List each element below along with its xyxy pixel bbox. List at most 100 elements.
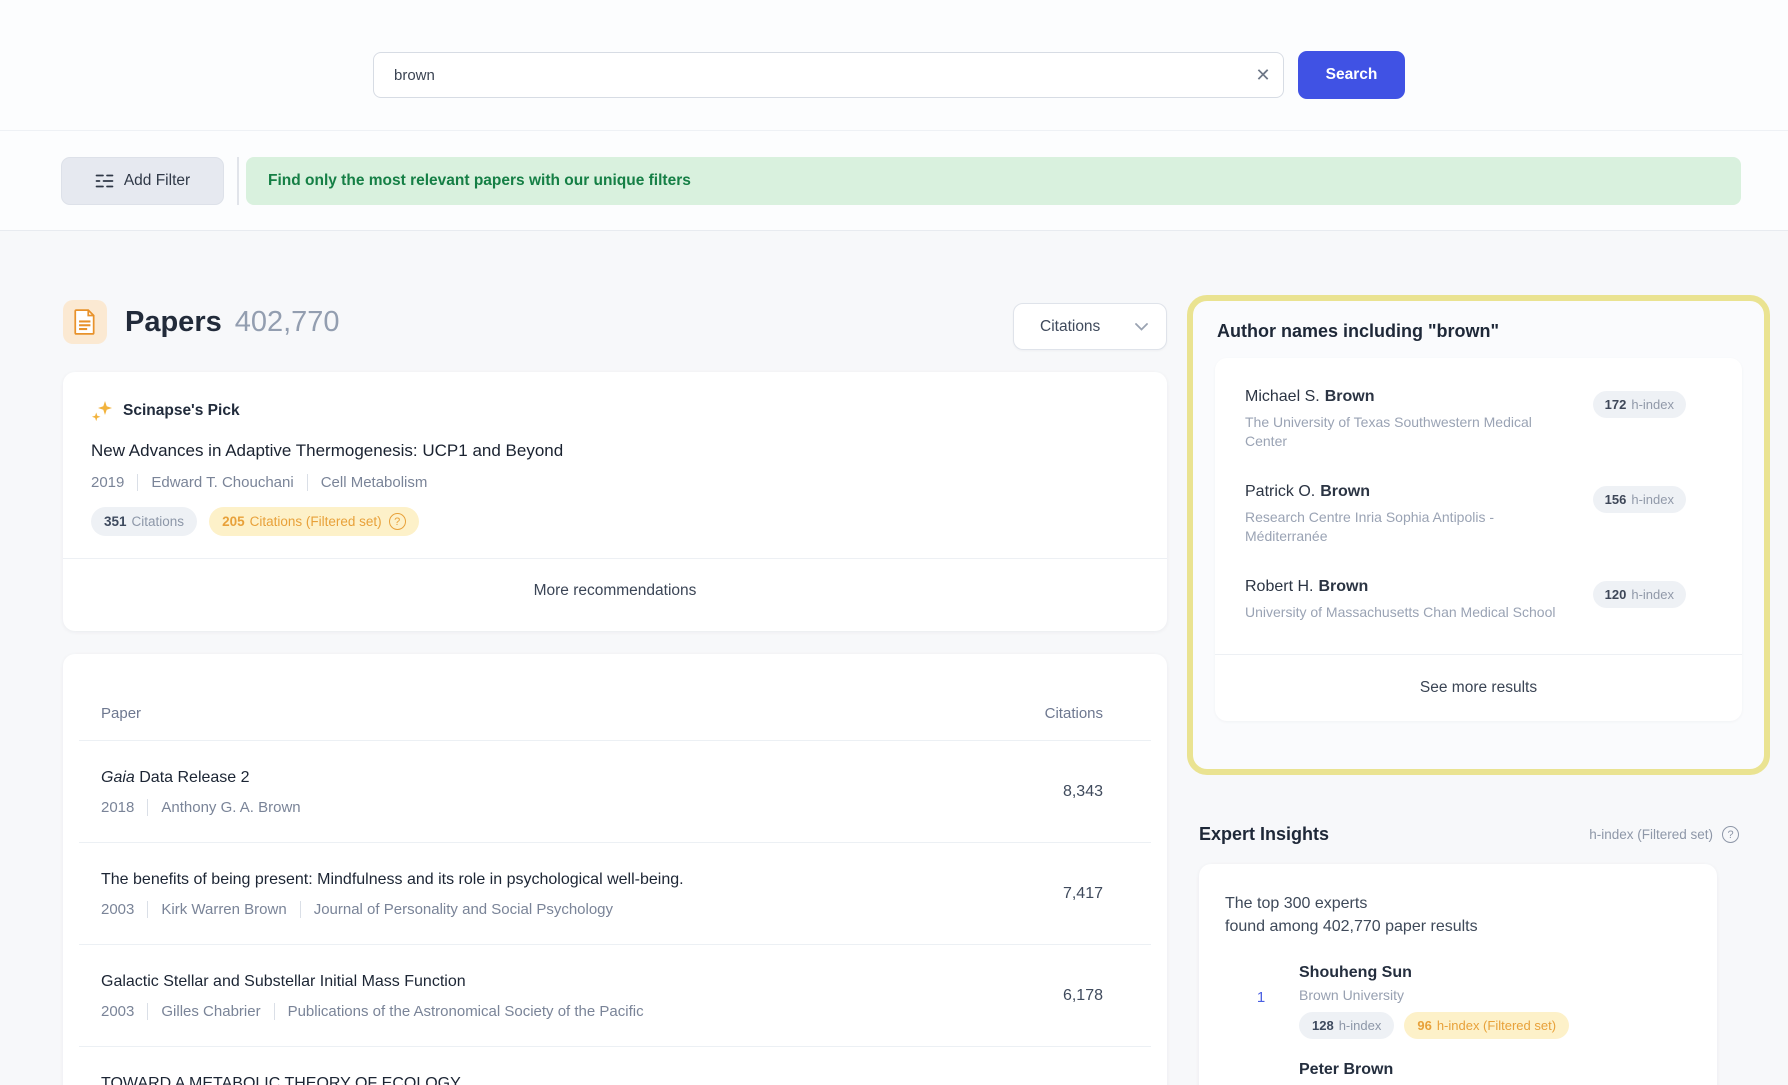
hindex-label: h-index (1631, 492, 1674, 507)
expert-insights-card: The top 300 experts found among 402,770 … (1199, 864, 1717, 1085)
chevron-down-icon (1135, 322, 1148, 331)
expert-badges: 128 h-index 96 h-index (Filtered set) (1299, 1012, 1570, 1039)
clear-search-icon[interactable]: ✕ (1243, 65, 1283, 86)
paper-title-italic-part: Gaia (101, 769, 135, 786)
hindex-badge: 156 h-index (1592, 486, 1686, 513)
search-input[interactable] (374, 66, 1243, 84)
see-more-results-button[interactable]: See more results (1215, 655, 1742, 721)
author-affiliation: The University of Texas Southwestern Med… (1245, 414, 1532, 449)
author-affiliation: University of Massachusetts Chan Medical… (1245, 604, 1556, 620)
expert-affiliation: Brown University (1299, 987, 1405, 1003)
expert-summary-line2: found among 402,770 paper results (1225, 918, 1478, 935)
help-question-icon[interactable]: ? (388, 513, 406, 530)
author-affiliation: Research Centre Inria Sophia Antipolis -… (1245, 509, 1495, 544)
meta-divider (147, 799, 149, 816)
author-first-name: Robert H. (1245, 578, 1314, 595)
hindex-label: h-index (1338, 1018, 1382, 1033)
add-filter-button[interactable]: Add Filter (61, 157, 224, 205)
vertical-divider (237, 157, 239, 205)
filtered-hindex-label: h-index (Filtered set) (1436, 1018, 1557, 1033)
column-citations: Citations (1044, 705, 1103, 722)
divider (0, 230, 1788, 231)
paper-row: Galactic Stellar and Substellar Initial … (63, 945, 1167, 1046)
filtered-citations-count: 205 (222, 514, 245, 529)
hindex-value: 172 (1604, 397, 1627, 412)
paper-document-icon (63, 300, 107, 344)
pick-paper-venue[interactable]: Cell Metabolism (321, 474, 428, 491)
author-first-name: Michael S. (1245, 388, 1320, 405)
help-question-icon[interactable]: ? (1722, 826, 1739, 843)
paper-author[interactable]: Anthony G. A. Brown (161, 799, 300, 816)
author-name[interactable]: Patrick O. Brown (1245, 483, 1575, 501)
paper-venue[interactable]: Journal of Personality and Social Psycho… (314, 901, 613, 918)
hindex-label: h-index (1631, 587, 1674, 602)
expert-name[interactable]: Peter Brown (1299, 1061, 1393, 1079)
paper-venue[interactable]: Publications of the Astronomical Society… (288, 1003, 644, 1020)
table-header: Paper Citations (63, 654, 1167, 740)
paper-meta: 2003 Kirk Warren Brown Journal of Person… (101, 901, 967, 918)
author-panel-title: Author names including "brown" (1217, 321, 1500, 341)
meta-divider (306, 474, 308, 491)
paper-year: 2018 (101, 799, 135, 816)
pick-badge-label: Scinapse's Pick (123, 402, 240, 419)
expert-item[interactable]: Peter Brown (1225, 1061, 1691, 1085)
metric-label: h-index (Filtered set) (1589, 827, 1713, 842)
paper-title[interactable]: Gaia Data Release 2 (101, 767, 967, 788)
citations-badge: 351 Citations (91, 507, 198, 536)
sort-dropdown[interactable]: Citations (1013, 303, 1167, 350)
author-item[interactable]: Robert H. Brown University of Massachuset… (1245, 578, 1686, 622)
expert-insights-header: Expert Insights h-index (Filtered set) ? (1199, 824, 1739, 845)
filter-promo-banner: Find only the most relevant papers with … (246, 157, 1741, 205)
author-last-name: Brown (1318, 578, 1369, 595)
divider (0, 130, 1788, 131)
more-recommendations-button[interactable]: More recommendations (63, 559, 1167, 622)
paper-title-text: Data Release 2 (134, 769, 250, 786)
author-item[interactable]: Patrick O. Brown Research Centre Inria So… (1245, 483, 1686, 546)
filtered-citations-label: Citations (Filtered set) (249, 514, 382, 529)
paper-citation-count: 8,343 (1062, 782, 1103, 800)
column-paper: Paper (101, 705, 142, 722)
scinapse-search-results-page: ✕ Search Add Filter Find only the most r… (0, 0, 1788, 1085)
banner-text: Find only the most relevant papers with … (268, 172, 691, 189)
hindex-badge: 120 h-index (1592, 581, 1686, 608)
pick-paper-author[interactable]: Edward T. Chouchani (151, 474, 293, 491)
expert-name[interactable]: Shouheng Sun (1299, 964, 1569, 982)
meta-divider (273, 1003, 275, 1020)
paper-row: TOWARD A METABOLIC THEORY OF ECOLOGY (63, 1047, 1167, 1085)
author-name[interactable]: Michael S. Brown (1245, 388, 1575, 406)
sparkle-icon (91, 401, 112, 422)
author-match-panel: Author names including "brown" Michael S… (1187, 295, 1770, 775)
expert-rank: 1 (1256, 989, 1266, 1006)
meta-divider (299, 901, 301, 918)
scinapse-pick-card: Scinapse's Pick New Advances in Adaptive… (63, 372, 1167, 631)
paper-author[interactable]: Kirk Warren Brown (161, 901, 286, 918)
paper-citation-count: 6,178 (1062, 986, 1103, 1004)
expert-rank (1251, 1061, 1271, 1085)
hindex-label: h-index (1631, 397, 1674, 412)
paper-author[interactable]: Gilles Chabrier (161, 1003, 260, 1020)
citations-label: Citations (131, 514, 185, 529)
filtered-hindex-badge: 96 h-index (Filtered set) (1404, 1012, 1570, 1039)
paper-meta: 2018 Anthony G. A. Brown (101, 799, 967, 816)
author-name[interactable]: Robert H. Brown (1245, 578, 1575, 596)
search-bar: ✕ (373, 52, 1284, 98)
paper-title[interactable]: TOWARD A METABOLIC THEORY OF ECOLOGY (101, 1073, 967, 1085)
expert-insights-title: Expert Insights (1199, 824, 1330, 844)
sort-dropdown-value: Citations (1040, 317, 1101, 335)
author-list-card: Michael S. Brown The University of Texas … (1215, 358, 1742, 721)
papers-header: Papers 402,770 (63, 300, 340, 344)
expert-insights-metric: h-index (Filtered set) ? (1589, 826, 1739, 843)
pick-paper-title[interactable]: New Advances in Adaptive Thermogenesis: … (63, 441, 1167, 461)
author-item[interactable]: Michael S. Brown The University of Texas … (1245, 388, 1686, 451)
meta-divider (137, 474, 139, 491)
author-last-name: Brown (1320, 483, 1371, 500)
paper-year: 2003 (101, 901, 135, 918)
search-button[interactable]: Search (1298, 51, 1405, 99)
paper-title[interactable]: Galactic Stellar and Substellar Initial … (101, 971, 967, 992)
filtered-hindex-value: 96 (1417, 1018, 1432, 1033)
paper-year: 2003 (101, 1003, 135, 1020)
expert-item[interactable]: 1 Shouheng Sun Brown University 128 h-in… (1225, 964, 1691, 1039)
paper-meta: 2003 Gilles Chabrier Publications of the… (101, 1003, 967, 1020)
paper-title[interactable]: The benefits of being present: Mindfulne… (101, 869, 967, 890)
paper-citation-count: 7,417 (1062, 884, 1103, 902)
